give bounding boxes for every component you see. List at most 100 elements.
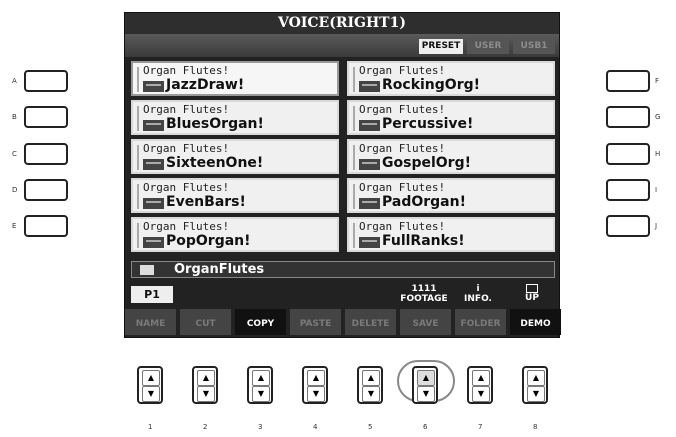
cell-marker xyxy=(137,145,139,170)
voice-item-percussive[interactable]: Organ Flutes! Percussive! xyxy=(347,100,555,135)
cell-marker xyxy=(353,145,355,170)
voice-type-icon xyxy=(143,237,164,248)
button-number-6: 6 xyxy=(423,423,428,431)
down-arrow-icon[interactable]: ▼ xyxy=(197,386,215,402)
info-button[interactable]: i INFO. xyxy=(453,283,503,305)
voice-type-icon xyxy=(143,81,164,92)
button-e[interactable] xyxy=(24,215,68,237)
down-arrow-icon[interactable]: ▼ xyxy=(307,386,325,402)
voice-category: Organ Flutes! xyxy=(359,103,446,116)
button-f[interactable] xyxy=(606,70,650,92)
button-label-c: C xyxy=(12,150,17,158)
button-label-b: B xyxy=(12,113,17,121)
up-button[interactable]: UP xyxy=(507,283,557,305)
button-label-a: A xyxy=(12,77,17,85)
voice-item-poporgan[interactable]: Organ Flutes! PopOrgan! xyxy=(131,217,339,252)
up-arrow-icon[interactable]: ▲ xyxy=(252,370,270,386)
updown-button-8[interactable]: ▲ ▼ xyxy=(522,366,548,404)
button-h[interactable] xyxy=(606,143,650,165)
down-arrow-icon[interactable]: ▼ xyxy=(252,386,270,402)
voice-name: Percussive! xyxy=(382,116,474,132)
voice-name: GospelOrg! xyxy=(382,155,471,171)
copy-button[interactable]: COPY xyxy=(235,309,286,335)
updown-button-7[interactable]: ▲ ▼ xyxy=(467,366,493,404)
name-button[interactable]: NAME xyxy=(125,309,176,335)
voice-item-jazzdraw[interactable]: Organ Flutes! JazzDraw! xyxy=(131,61,339,96)
tab-preset[interactable]: PRESET xyxy=(419,39,463,54)
voice-type-icon xyxy=(359,237,380,248)
paste-button[interactable]: PASTE xyxy=(290,309,341,335)
footage-label: FOOTAGE xyxy=(400,294,448,304)
voice-item-bluesorgan[interactable]: Organ Flutes! BluesOrgan! xyxy=(131,100,339,135)
tab-usb1[interactable]: USB1 xyxy=(513,39,555,54)
voice-item-padorgan[interactable]: Organ Flutes! PadOrgan! xyxy=(347,178,555,213)
folder-name: OrganFlutes xyxy=(174,262,265,277)
button-g[interactable] xyxy=(606,106,650,128)
up-arrow-icon[interactable]: ▲ xyxy=(472,370,490,386)
up-arrow-icon[interactable]: ▲ xyxy=(142,370,160,386)
button-number-4: 4 xyxy=(313,423,318,431)
cell-marker xyxy=(353,223,355,248)
voice-name: SixteenOne! xyxy=(166,155,264,171)
folder-icon xyxy=(140,265,154,275)
info-icon: i xyxy=(476,284,480,294)
updown-button-6[interactable]: ▲ ▼ xyxy=(412,366,438,404)
button-label-g: G xyxy=(655,113,661,121)
voice-grid: Organ Flutes! JazzDraw! Organ Flutes! Ro… xyxy=(131,61,555,254)
down-arrow-icon[interactable]: ▼ xyxy=(527,386,545,402)
voice-type-icon xyxy=(359,120,380,131)
voice-category: Organ Flutes! xyxy=(359,220,446,233)
voice-name: FullRanks! xyxy=(382,233,465,249)
footage-button[interactable]: 1111 FOOTAGE xyxy=(399,283,449,305)
voice-name: EvenBars! xyxy=(166,194,246,210)
voice-item-sixteenone[interactable]: Organ Flutes! SixteenOne! xyxy=(131,139,339,174)
voice-item-evenbars[interactable]: Organ Flutes! EvenBars! xyxy=(131,178,339,213)
updown-button-3[interactable]: ▲ ▼ xyxy=(247,366,273,404)
voice-type-icon xyxy=(143,198,164,209)
button-d[interactable] xyxy=(24,179,68,201)
button-label-i: I xyxy=(655,186,658,194)
demo-button[interactable]: DEMO xyxy=(510,309,561,335)
updown-button-5[interactable]: ▲ ▼ xyxy=(357,366,383,404)
voice-name: BluesOrgan! xyxy=(166,116,264,132)
voice-item-fullranks[interactable]: Organ Flutes! FullRanks! xyxy=(347,217,555,252)
tab-user[interactable]: USER xyxy=(467,39,509,54)
page-tab-p1[interactable]: P1 xyxy=(131,286,173,303)
cell-marker xyxy=(353,106,355,131)
folder-up-icon xyxy=(526,284,538,293)
folder-button[interactable]: FOLDER xyxy=(455,309,506,335)
up-arrow-icon[interactable]: ▲ xyxy=(307,370,325,386)
button-number-3: 3 xyxy=(258,423,263,431)
updown-button-1[interactable]: ▲ ▼ xyxy=(137,366,163,404)
button-j[interactable] xyxy=(606,215,650,237)
button-b[interactable] xyxy=(24,106,68,128)
up-arrow-icon[interactable]: ▲ xyxy=(197,370,215,386)
cell-marker xyxy=(137,223,139,248)
down-arrow-icon[interactable]: ▼ xyxy=(417,386,435,402)
voice-type-icon xyxy=(143,120,164,131)
cell-marker xyxy=(137,184,139,209)
updown-button-4[interactable]: ▲ ▼ xyxy=(302,366,328,404)
down-arrow-icon[interactable]: ▼ xyxy=(472,386,490,402)
up-arrow-icon[interactable]: ▲ xyxy=(362,370,380,386)
voice-item-gospelorg[interactable]: Organ Flutes! GospelOrg! xyxy=(347,139,555,174)
button-number-5: 5 xyxy=(368,423,373,431)
cell-marker xyxy=(353,67,355,92)
voice-name: JazzDraw! xyxy=(166,77,245,93)
delete-button[interactable]: DELETE xyxy=(345,309,396,335)
button-label-f: F xyxy=(655,77,660,85)
down-arrow-icon[interactable]: ▼ xyxy=(362,386,380,402)
down-arrow-icon[interactable]: ▼ xyxy=(142,386,160,402)
cut-button[interactable]: CUT xyxy=(180,309,231,335)
button-c[interactable] xyxy=(24,143,68,165)
voice-item-rockingorg[interactable]: Organ Flutes! RockingOrg! xyxy=(347,61,555,96)
button-i[interactable] xyxy=(606,179,650,201)
updown-button-2[interactable]: ▲ ▼ xyxy=(192,366,218,404)
up-arrow-icon[interactable]: ▲ xyxy=(417,370,435,386)
save-button[interactable]: SAVE xyxy=(400,309,451,335)
voice-type-icon xyxy=(359,159,380,170)
voice-category: Organ Flutes! xyxy=(143,220,230,233)
voice-type-icon xyxy=(359,198,380,209)
up-arrow-icon[interactable]: ▲ xyxy=(527,370,545,386)
button-a[interactable] xyxy=(24,70,68,92)
